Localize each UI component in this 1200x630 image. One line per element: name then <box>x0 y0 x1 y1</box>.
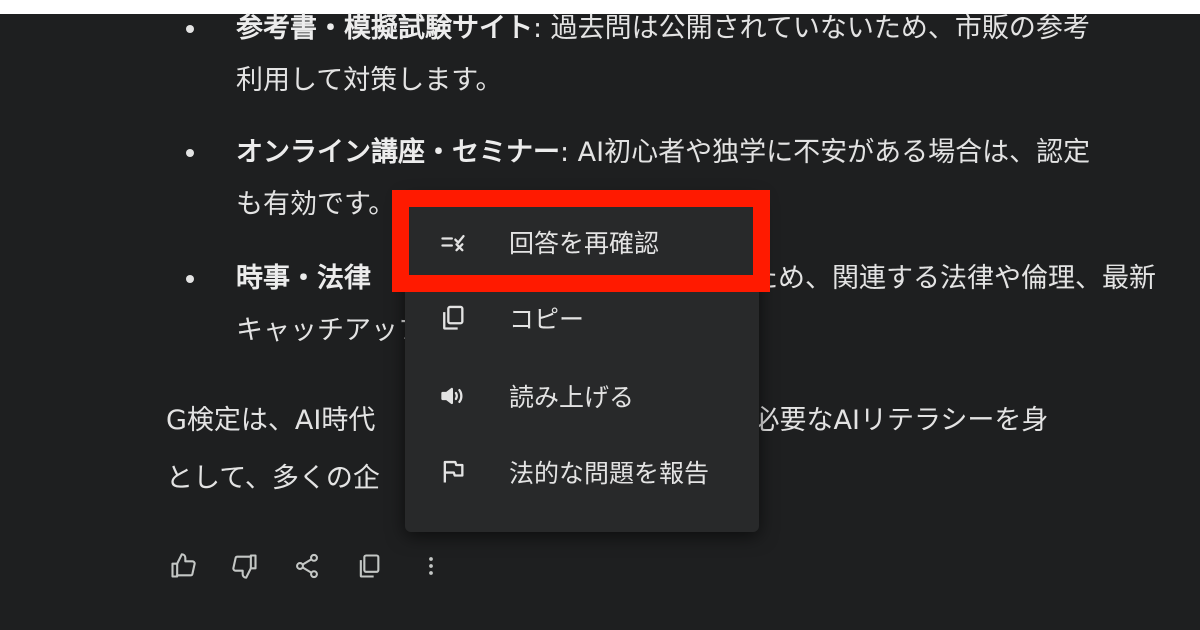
list-item-title: 参考書・模擬試験サイト <box>236 13 533 44</box>
menu-item-read-aloud[interactable]: 読み上げる <box>405 360 759 432</box>
more-options-button[interactable] <box>414 549 448 583</box>
copy-button[interactable] <box>352 549 386 583</box>
list-item-title: 時事・法律 <box>236 263 371 294</box>
copy-icon <box>437 302 469 334</box>
menu-item-copy[interactable]: コピー <box>405 282 759 354</box>
menu-item-double-check[interactable]: 回答を再確認 <box>405 206 759 278</box>
menu-item-label: 法的な問題を報告 <box>509 459 710 488</box>
list-item-line-1: オンライン講座・セミナー: AI初心者や独学に不安がある場合は、認定 <box>236 127 1090 179</box>
double-check-icon <box>437 226 469 258</box>
list-item-text: : AI初心者や独学に不安がある場合は、認定 <box>560 137 1091 168</box>
response-action-bar <box>166 546 476 586</box>
share-button[interactable] <box>290 549 324 583</box>
bullet-dot <box>186 275 194 283</box>
menu-item-report-legal[interactable]: 法的な問題を報告 <box>405 436 759 508</box>
list-item-text: : 過去問は公開されていないため、市販の参考 <box>533 13 1090 44</box>
menu-item-label: コピー <box>509 305 585 334</box>
list-item-line-2: 利用して対策します。 <box>236 65 503 96</box>
menu-item-label: 回答を再確認 <box>509 229 660 258</box>
bullet-dot <box>186 149 194 157</box>
flag-icon <box>437 456 469 488</box>
bullet-dot <box>186 25 194 33</box>
thumbs-up-button[interactable] <box>166 549 200 583</box>
menu-item-label: 読み上げる <box>509 383 635 412</box>
share-icon <box>296 553 318 579</box>
thumbs-down-icon <box>232 554 257 579</box>
thumbs-up-icon <box>171 553 196 578</box>
more-vert-icon <box>429 557 433 575</box>
list-item-title: オンライン講座・セミナー <box>236 137 560 168</box>
list-item-line-1: 参考書・模擬試験サイト: 過去問は公開されていないため、市販の参考 <box>236 3 1090 55</box>
more-options-menu: 回答を再確認 コピー 読み上げる 法的な問題を報告 <box>405 196 759 532</box>
response-content: 参考書・模擬試験サイト: 過去問は公開されていないため、市販の参考 利用して対策… <box>0 0 1200 630</box>
thumbs-down-button[interactable] <box>228 549 262 583</box>
speaker-icon <box>437 380 469 412</box>
copy-icon <box>359 554 380 578</box>
list-item: 参考書・模擬試験サイト: 過去問は公開されていないため、市販の参考 利用して対策… <box>166 3 1090 107</box>
